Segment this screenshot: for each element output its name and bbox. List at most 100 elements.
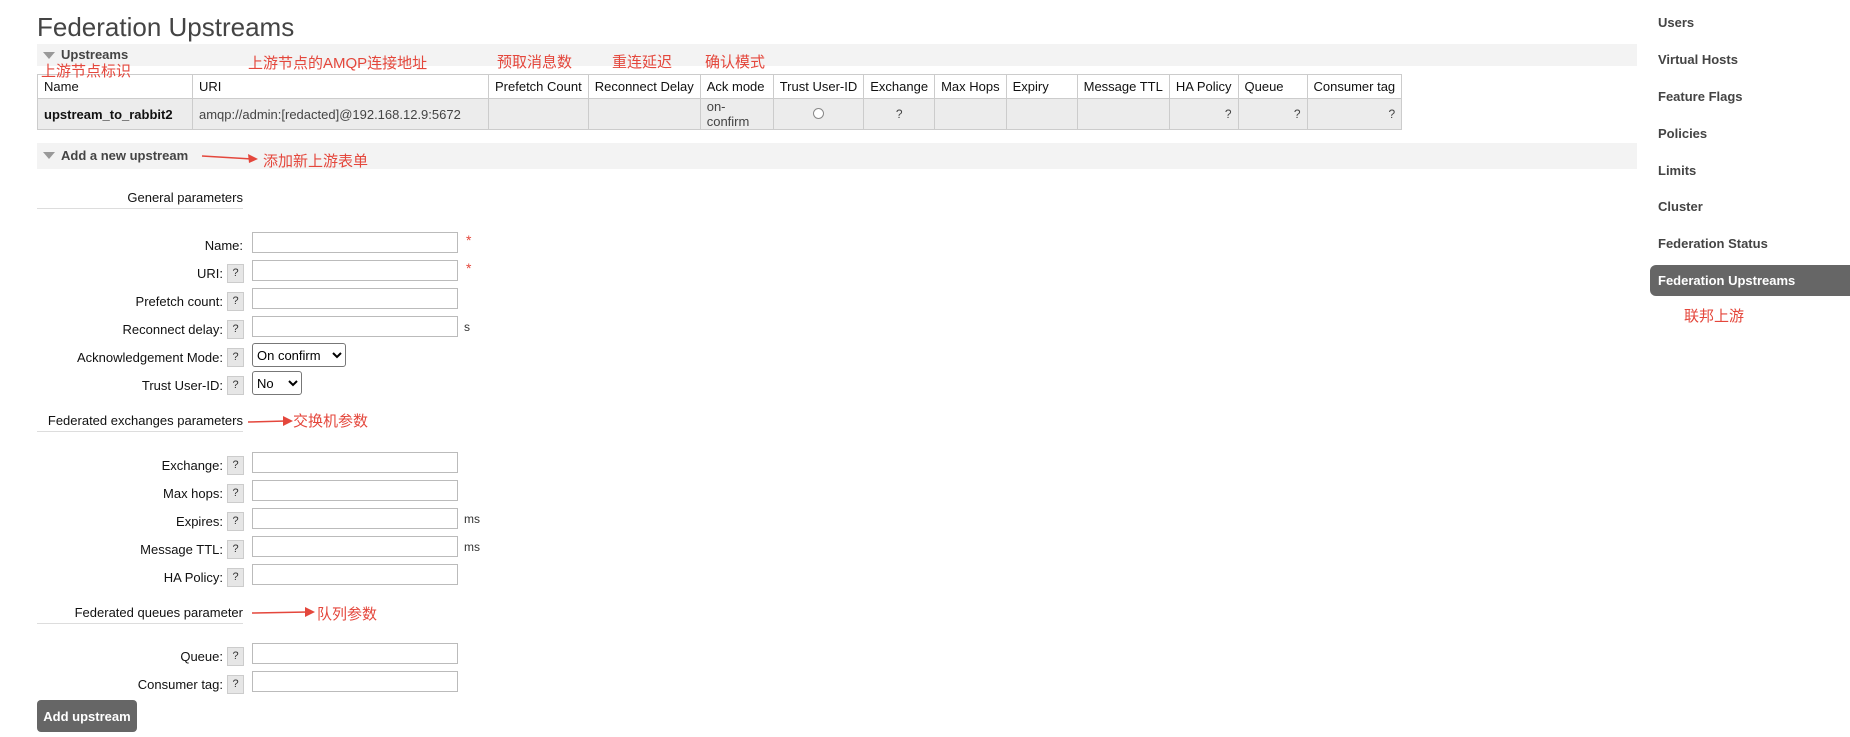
help-icon[interactable]: ?: [227, 292, 244, 311]
max-hops-input[interactable]: [252, 480, 458, 501]
col-queue[interactable]: Queue: [1237, 74, 1308, 99]
sidebar-item-virtual-hosts[interactable]: Virtual Hosts: [1658, 52, 1738, 67]
trust-user-id-label: Trust User-ID:: [141, 378, 223, 393]
uri-input[interactable]: [252, 260, 458, 281]
expires-input[interactable]: [252, 508, 458, 529]
col-trust[interactable]: Trust User-ID: [772, 74, 865, 99]
sidebar-item-federation-status[interactable]: Federation Status: [1658, 236, 1768, 251]
row-queue: ?: [1237, 98, 1308, 130]
col-exchange[interactable]: Exchange: [863, 74, 936, 99]
table-row: upstream_to_rabbit2 amqp://admin:[redact…: [37, 98, 1403, 130]
annotation-prefetch: 预取消息数: [497, 54, 573, 71]
uri-label: URI:: [197, 266, 223, 281]
annotation-queue-params: 队列参数: [317, 606, 378, 623]
annotation-name-id: 上游节点标识: [41, 63, 132, 80]
help-icon[interactable]: ?: [227, 540, 244, 559]
sidebar-item-users[interactable]: Users: [1658, 15, 1694, 30]
reconnect-delay-label: Reconnect delay:: [122, 322, 223, 337]
help-icon[interactable]: ?: [227, 376, 244, 395]
sidebar-item-cluster[interactable]: Cluster: [1658, 199, 1703, 214]
row-expiry: [1005, 98, 1078, 130]
col-ha-policy[interactable]: HA Policy: [1168, 74, 1239, 99]
annotation-amqp: 上游节点的AMQP连接地址: [248, 55, 428, 72]
col-reconnect[interactable]: Reconnect Delay: [587, 74, 701, 99]
row-trust: [772, 98, 865, 130]
row-uri: amqp://admin:[redacted]@192.168.12.9:567…: [192, 98, 489, 130]
unit-ms: ms: [464, 540, 480, 554]
page-title: Federation Upstreams: [37, 12, 295, 42]
message-ttl-label: Message TTL:: [140, 542, 223, 557]
help-icon[interactable]: ?: [227, 456, 244, 475]
sidebar-item-federation-upstreams[interactable]: Federation Upstreams: [1650, 265, 1850, 296]
annotation-arrow-icon: [251, 607, 315, 617]
col-max-hops[interactable]: Max Hops: [934, 74, 1007, 99]
help-icon[interactable]: ?: [227, 647, 244, 666]
exchanges-parameters-heading: Federated exchanges parameters: [37, 413, 243, 432]
row-ttl: [1076, 98, 1170, 130]
help-icon[interactable]: ?: [227, 320, 244, 339]
unit-ms: ms: [464, 512, 480, 526]
help-icon[interactable]: ?: [227, 512, 244, 531]
help-icon[interactable]: ?: [227, 484, 244, 503]
ha-policy-label: HA Policy:: [163, 570, 223, 585]
annotation-ack: 确认模式: [705, 54, 766, 71]
add-upstream-button[interactable]: Add upstream: [37, 700, 137, 732]
col-uri[interactable]: URI: [192, 74, 489, 99]
help-icon[interactable]: ?: [227, 568, 244, 587]
annotation-fed-upstream: 联邦上游: [1684, 308, 1745, 325]
col-expiry[interactable]: Expiry: [1005, 74, 1078, 99]
col-ack-mode[interactable]: Ack mode: [699, 74, 774, 99]
expires-label: Expires:: [176, 514, 223, 529]
row-name-link[interactable]: upstream_to_rabbit2: [37, 98, 193, 130]
sidebar-item-policies[interactable]: Policies: [1658, 126, 1707, 141]
annotation-add-form: 添加新上游表单: [263, 153, 369, 170]
exchange-input[interactable]: [252, 452, 458, 473]
queues-parameter-heading: Federated queues parameter: [37, 605, 243, 624]
trust-off-icon: [812, 107, 824, 119]
reconnect-delay-input[interactable]: [252, 316, 458, 337]
col-prefetch[interactable]: Prefetch Count: [488, 74, 589, 99]
row-exchange: ?: [863, 98, 936, 130]
ack-mode-label: Acknowledgement Mode:: [77, 350, 223, 365]
sidebar-item-limits[interactable]: Limits: [1658, 163, 1696, 178]
message-ttl-input[interactable]: [252, 536, 458, 557]
collapse-triangle-icon: [43, 52, 55, 59]
col-ttl[interactable]: Message TTL: [1076, 74, 1170, 99]
help-icon[interactable]: ?: [227, 675, 244, 694]
unit-seconds: s: [464, 320, 470, 334]
max-hops-label: Max hops:: [163, 486, 223, 501]
queue-label: Queue:: [180, 649, 223, 664]
annotation-arrow-icon: [201, 154, 258, 163]
row-reconnect: [587, 98, 701, 130]
help-icon[interactable]: ?: [227, 264, 244, 283]
ha-policy-input[interactable]: [252, 564, 458, 585]
required-marker: *: [466, 260, 472, 276]
row-consumer-tag: ?: [1306, 98, 1403, 130]
annotation-reconnect: 重连延迟: [612, 54, 673, 71]
trust-user-id-select[interactable]: No: [252, 371, 302, 395]
table-header-row: Name URI Prefetch Count Reconnect Delay …: [37, 74, 1403, 99]
upstreams-table: Name URI Prefetch Count Reconnect Delay …: [37, 74, 1403, 130]
row-max-hops: [934, 98, 1007, 130]
name-input[interactable]: [252, 232, 458, 253]
exchange-label: Exchange:: [161, 458, 223, 473]
prefetch-count-input[interactable]: [252, 288, 458, 309]
add-upstream-section-title: Add a new upstream: [61, 148, 189, 163]
row-ack-mode: on-confirm: [699, 98, 774, 130]
col-consumer-tag[interactable]: Consumer tag: [1306, 74, 1403, 99]
general-parameters-heading: General parameters: [37, 190, 243, 209]
consumer-tag-label: Consumer tag:: [137, 677, 223, 692]
name-label: Name:: [204, 238, 243, 253]
annotation-exchange-params: 交换机参数: [293, 413, 369, 430]
sidebar-active-label: Federation Upstreams: [1658, 273, 1796, 288]
row-ha-policy: ?: [1168, 98, 1239, 130]
annotation-arrow-icon: [247, 416, 293, 426]
help-icon[interactable]: ?: [227, 348, 244, 367]
consumer-tag-input[interactable]: [252, 671, 458, 692]
sidebar-item-feature-flags[interactable]: Feature Flags: [1658, 89, 1743, 104]
prefetch-count-label: Prefetch count:: [135, 294, 223, 309]
ack-mode-select[interactable]: On confirm: [252, 343, 346, 367]
required-marker: *: [466, 232, 472, 248]
row-prefetch: [488, 98, 589, 130]
queue-input[interactable]: [252, 643, 458, 664]
